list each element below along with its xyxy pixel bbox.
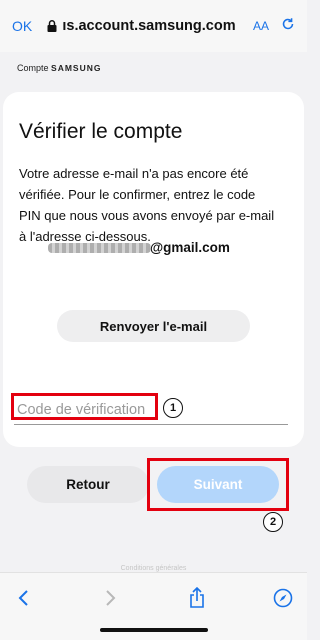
ok-button[interactable]: OK [12, 18, 40, 34]
back-button[interactable]: Retour [27, 466, 149, 503]
email-redacted [48, 243, 151, 253]
home-indicator [100, 628, 208, 632]
description-text: Votre adresse e-mail n'a pas encore été … [19, 166, 275, 244]
footer-link[interactable]: Conditions générales [0, 565, 307, 572]
next-button[interactable]: Suivant [157, 466, 279, 503]
email-domain: @gmail.com [150, 240, 230, 255]
verification-code-input[interactable] [14, 395, 288, 425]
forward-arrow-icon[interactable] [100, 587, 122, 609]
samsung-logo: SAMSUNG [51, 63, 102, 73]
url-field[interactable]: ıs.account.samsung.com [40, 18, 243, 34]
brand-prefix: Compte [17, 63, 49, 73]
compass-icon[interactable] [272, 587, 294, 609]
reload-icon[interactable] [281, 17, 295, 36]
step-marker-1: 1 [163, 398, 183, 418]
resend-email-button[interactable]: Renvoyer l'e-mail [57, 310, 250, 342]
brand-header: Compte SAMSUNG [17, 63, 101, 73]
step-marker-2: 2 [263, 512, 283, 532]
text-size-button[interactable]: AA [253, 19, 269, 33]
lock-icon [47, 20, 57, 32]
verification-card [3, 92, 304, 447]
share-icon[interactable] [186, 587, 208, 609]
back-arrow-icon[interactable] [12, 587, 34, 609]
browser-address-bar: OK ıs.account.samsung.com AA [0, 0, 307, 52]
page-title: Vérifier le compte [19, 120, 183, 143]
url-text: ıs.account.samsung.com [62, 18, 236, 34]
